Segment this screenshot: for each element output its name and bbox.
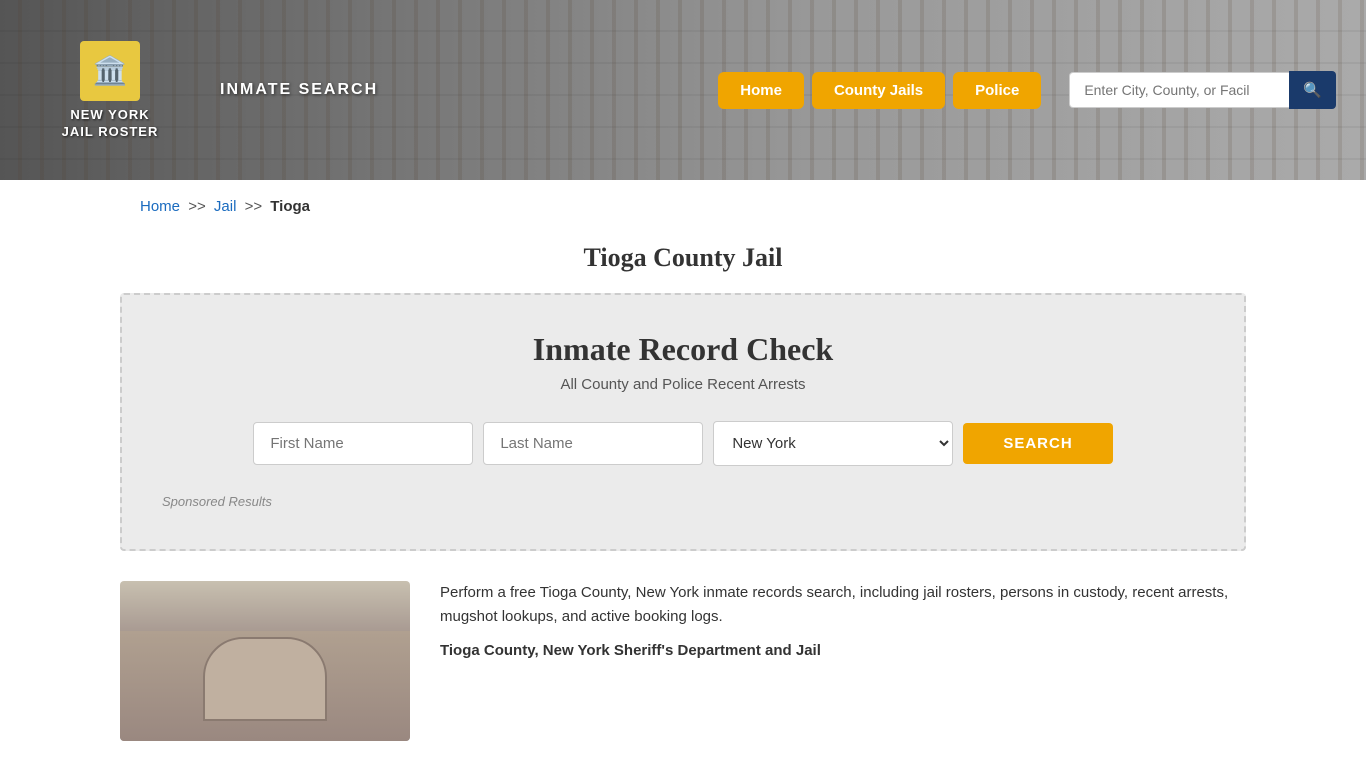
sponsored-label: Sponsored Results [162, 494, 1204, 509]
last-name-input[interactable] [483, 422, 703, 465]
content-paragraph-1: Perform a free Tioga County, New York in… [440, 581, 1246, 629]
content-paragraph-2: Tioga County, New York Sheriff's Departm… [440, 639, 1246, 663]
logo-line1: NEW YORK [70, 107, 149, 124]
panel-subtitle: All County and Police Recent Arrests [162, 376, 1204, 393]
main-nav: Home County Jails Police 🔍 [718, 71, 1336, 109]
breadcrumb-current: Tioga [270, 198, 310, 215]
breadcrumb-home[interactable]: Home [140, 198, 180, 215]
search-button[interactable]: SEARCH [963, 423, 1112, 464]
page-title: Tioga County Jail [0, 243, 1366, 273]
logo-icon: 🏛️ [80, 41, 140, 101]
content-section: Perform a free Tioga County, New York in… [0, 551, 1366, 761]
page-title-area: Tioga County Jail [0, 233, 1366, 293]
first-name-input[interactable] [253, 422, 473, 465]
content-bold-link: Tioga County, New York Sheriff's Departm… [440, 642, 821, 659]
header-search-bar: 🔍 [1069, 71, 1336, 109]
nav-police[interactable]: Police [953, 72, 1041, 109]
state-select[interactable]: New York [713, 421, 953, 466]
logo-line2: JAIL ROSTER [62, 124, 159, 139]
header-search-button[interactable]: 🔍 [1289, 71, 1336, 109]
breadcrumb-sep1: >> [188, 198, 206, 215]
breadcrumb-sep2: >> [245, 198, 263, 215]
panel-title: Inmate Record Check [162, 331, 1204, 368]
building-image [120, 581, 410, 741]
breadcrumb-jail[interactable]: Jail [214, 198, 237, 215]
search-form: New York SEARCH [162, 421, 1204, 466]
nav-home[interactable]: Home [718, 72, 804, 109]
search-panel: Inmate Record Check All County and Polic… [120, 293, 1246, 551]
content-text: Perform a free Tioga County, New York in… [440, 581, 1246, 741]
site-header: 🏛️ NEW YORK JAIL ROSTER INMATE SEARCH Ho… [0, 0, 1366, 180]
nav-county-jails[interactable]: County Jails [812, 72, 945, 109]
header-search-input[interactable] [1069, 72, 1289, 108]
breadcrumb: Home >> Jail >> Tioga [0, 180, 1366, 233]
logo-area: 🏛️ NEW YORK JAIL ROSTER [30, 41, 190, 139]
inmate-search-label: INMATE SEARCH [220, 81, 378, 99]
